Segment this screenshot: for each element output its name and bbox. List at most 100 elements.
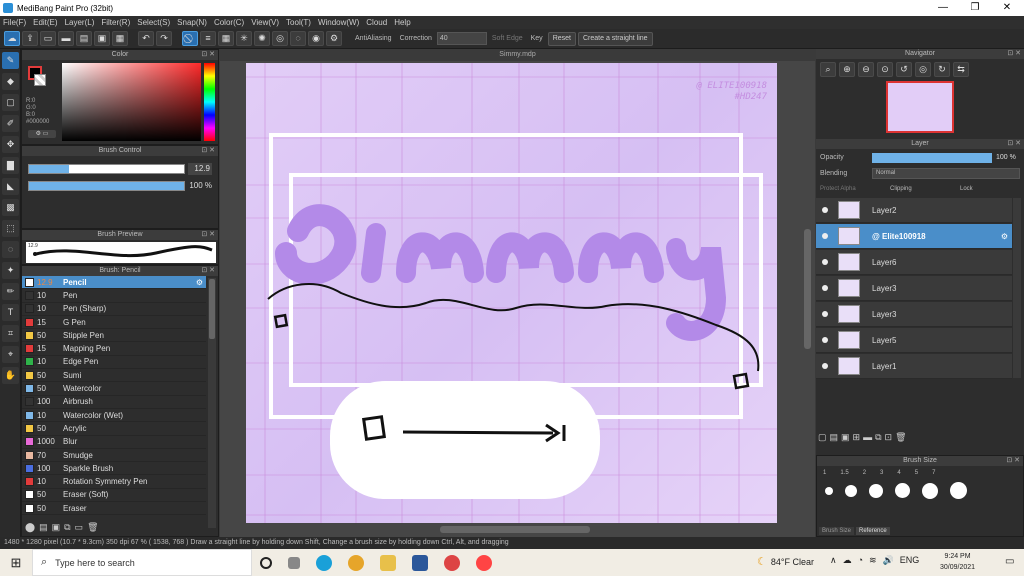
visibility-icon[interactable] (822, 233, 828, 239)
brush-item-acrylic[interactable]: 50 Acrylic (22, 422, 206, 436)
eraser-tool-icon[interactable]: ◆ (2, 73, 19, 90)
menu-cloud[interactable]: Cloud (366, 18, 387, 27)
file-explorer-icon[interactable] (380, 554, 396, 571)
tab-reference[interactable]: Reference (856, 527, 890, 535)
nav-rotate-right-icon[interactable]: ↻ (934, 62, 950, 77)
nav-flip-icon[interactable]: ⇆ (953, 62, 969, 77)
export-icon[interactable]: ⇪ (22, 31, 38, 46)
chrome-active-icon[interactable] (444, 554, 460, 571)
chrome-icon[interactable] (348, 554, 364, 571)
layer-item[interactable]: Layer2 (816, 198, 1012, 223)
layer-item[interactable]: Layer1 (816, 354, 1012, 379)
brush-size-dot[interactable] (950, 482, 967, 499)
brush-item-watercolor-wet[interactable]: 10 Watercolor (Wet) (22, 409, 206, 423)
onedrive-icon[interactable]: ☁ (843, 555, 852, 566)
brush-tool-icon[interactable]: ✎ (2, 52, 19, 69)
layer-scrollbar[interactable] (1013, 198, 1021, 378)
brush-size-slider[interactable] (28, 164, 185, 174)
brush-size-preset[interactable]: 1.5 (840, 470, 848, 476)
snap-cross-icon[interactable]: ✳ (236, 31, 252, 46)
soft-edge-checkbox[interactable]: Soft Edge (492, 35, 523, 42)
brush-add-icon[interactable]: ⬤ (25, 522, 35, 534)
eyedropper-icon[interactable]: ⌖ (2, 346, 19, 363)
visibility-icon[interactable] (822, 285, 828, 291)
new-8bit-layer-icon[interactable]: ▣ (841, 432, 850, 443)
menu-help[interactable]: Help (394, 18, 410, 27)
brush-item-blur[interactable]: 1000 Blur (22, 436, 206, 449)
brush-size-preset[interactable]: 2 (863, 470, 866, 476)
menu-color[interactable]: Color(C) (214, 18, 244, 27)
dot-tool-icon[interactable]: ▢ (2, 94, 19, 111)
brush-opacity-slider[interactable] (28, 181, 185, 191)
brush-size-dot[interactable] (895, 483, 910, 498)
nav-zoom-icon[interactable]: ⌕ (820, 62, 836, 77)
brush-item-edge-pen[interactable]: 10 Edge Pen (22, 356, 206, 370)
text-tool-icon[interactable]: T (2, 304, 19, 321)
brush-item-rotation-symmetry-pen[interactable]: 10 Rotation Symmetry Pen (22, 475, 206, 489)
delete-layer-icon[interactable]: 🗑 (895, 432, 906, 443)
brush-size-preset[interactable]: 4 (897, 470, 900, 476)
merge-layer-icon[interactable]: ⊡ (885, 432, 893, 443)
minimize-button[interactable]: — (928, 0, 958, 16)
weather-text[interactable]: 84°F Clear (771, 557, 814, 567)
brush-item-g-pen[interactable]: 15 G Pen (22, 316, 206, 330)
windows-start-icon[interactable]: ⊞ (0, 555, 32, 571)
brush-settings-icon[interactable]: ⚙ (196, 278, 203, 287)
brush-item-pen[interactable]: 10 Pen (22, 289, 206, 303)
move-tool-icon[interactable]: ✥ (2, 136, 19, 153)
color-options-icon[interactable]: ⚙ ▭ (28, 130, 56, 138)
nav-zoom-in-icon[interactable]: ⊕ (839, 62, 855, 77)
edge-icon[interactable] (316, 554, 332, 571)
brush-item-sumi[interactable]: 50 Sumi (22, 369, 206, 383)
layer-folder-icon[interactable]: ▬ (863, 432, 872, 443)
folder-icon[interactable]: ▭ (40, 31, 56, 46)
brush-size-preset[interactable]: 5 (915, 470, 918, 476)
brush-size-preset[interactable]: 3 (880, 470, 883, 476)
bucket-tool-icon[interactable]: ◣ (2, 178, 19, 195)
navigator-thumbnail[interactable] (886, 81, 954, 133)
layer-item-selected[interactable]: @ Elite100918 ⚙ (816, 224, 1012, 249)
medibang-taskbar-icon[interactable] (476, 554, 492, 571)
brush-size-dot[interactable] (825, 486, 833, 495)
lasso-tool-icon[interactable]: ◌ (2, 241, 19, 258)
clipping-checkbox[interactable]: Clipping (890, 186, 912, 192)
undo-icon[interactable]: ↶ (138, 31, 154, 46)
tray-chevron-icon[interactable]: ∧ (830, 555, 837, 566)
straight-line-button[interactable]: Create a straight line (577, 31, 653, 46)
chat-icon[interactable]: ▤ (76, 31, 92, 46)
layer-item[interactable]: Layer3 (816, 276, 1012, 301)
visibility-icon[interactable] (822, 363, 828, 369)
nav-zoom-reset-icon[interactable]: ⊙ (877, 62, 893, 77)
antialiasing-checkbox[interactable]: AntiAliasing (355, 35, 392, 42)
volume-icon[interactable]: 🔊 (883, 555, 894, 566)
brush-new-icon[interactable]: ▤ (39, 522, 48, 534)
menu-window[interactable]: Window(W) (318, 18, 359, 27)
magic-wand-icon[interactable]: ✦ (2, 262, 19, 279)
brush-import-icon[interactable]: ▣ (52, 522, 61, 534)
lock-checkbox[interactable]: Lock (960, 186, 973, 192)
brush-size-value[interactable]: 12.9 (188, 163, 212, 175)
menu-edit[interactable]: Edit(E) (33, 18, 57, 27)
network-icon[interactable]: ◔ (858, 555, 863, 566)
wifi-icon[interactable]: ≋ (869, 555, 877, 566)
nav-zoom-out-icon[interactable]: ⊖ (858, 62, 874, 77)
brush-size-dot[interactable] (869, 483, 883, 498)
layer-settings-icon[interactable]: ⚙ (1001, 232, 1008, 241)
layer-item[interactable]: Layer5 (816, 328, 1012, 353)
snap-vanish-icon[interactable]: ◉ (308, 31, 324, 46)
brush-item-smudge[interactable]: 70 Smudge (22, 449, 206, 463)
brush-item-eraser[interactable]: 50 Eraser (22, 502, 206, 516)
brush-copy-icon[interactable]: ⧉ (64, 522, 70, 534)
image-icon[interactable]: ▣ (94, 31, 110, 46)
layer-item[interactable]: Layer3 (816, 302, 1012, 327)
hand-tool-icon[interactable]: ✋ (2, 367, 19, 384)
menu-tool[interactable]: Tool(T) (286, 18, 311, 27)
new-layer-icon[interactable]: ▢ (818, 432, 827, 443)
snap-parallel-icon[interactable]: ≡ (200, 31, 216, 46)
document-tab[interactable]: Simmy.mdp (220, 49, 815, 61)
select-pen-icon[interactable]: ✏ (2, 283, 19, 300)
color-saturation-picker[interactable] (62, 63, 201, 141)
brush-size-dot[interactable] (922, 482, 938, 499)
visibility-icon[interactable] (822, 207, 828, 213)
visibility-icon[interactable] (822, 259, 828, 265)
